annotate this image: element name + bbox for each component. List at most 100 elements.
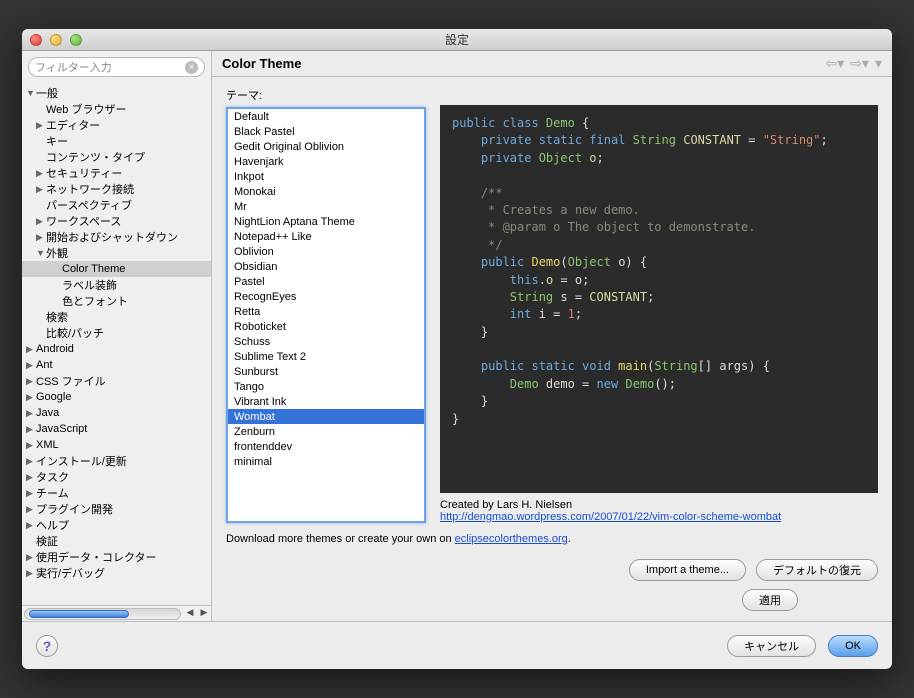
help-icon[interactable]: ? — [36, 635, 58, 657]
tree-item[interactable]: 検索 — [22, 309, 211, 325]
theme-option[interactable]: Schuss — [228, 334, 424, 349]
preference-tree[interactable]: ▼一般Web ブラウザー▶エディターキーコンテンツ・タイプ▶セキュリティー▶ネッ… — [22, 83, 211, 605]
tree-item[interactable]: パースペクティブ — [22, 197, 211, 213]
theme-option[interactable]: Default — [228, 109, 424, 124]
tree-item[interactable]: キー — [22, 133, 211, 149]
tree-item[interactable]: 検証 — [22, 533, 211, 549]
credits-link[interactable]: http://dengmao.wordpress.com/2007/01/22/… — [440, 511, 781, 523]
tree-item[interactable]: ▶CSS ファイル — [22, 373, 211, 389]
tree-item-label: インストール/更新 — [36, 453, 127, 469]
disclosure-arrow-icon: ▶ — [26, 472, 36, 483]
tree-item-label: プラグイン開発 — [36, 501, 113, 517]
tree-item[interactable]: ▶Google — [22, 389, 211, 405]
theme-option[interactable]: Monokai — [228, 184, 424, 199]
scroll-right-icon[interactable]: ▶ — [197, 607, 211, 621]
theme-option[interactable]: Black Pastel — [228, 124, 424, 139]
tree-item-label: チーム — [36, 485, 69, 501]
theme-option[interactable]: Inkpot — [228, 169, 424, 184]
theme-option[interactable]: Roboticket — [228, 319, 424, 334]
theme-option[interactable]: minimal — [228, 454, 424, 469]
tree-item[interactable]: ▶Ant — [22, 357, 211, 373]
theme-option[interactable]: Sunburst — [228, 364, 424, 379]
tree-item[interactable]: ▶実行/デバッグ — [22, 565, 211, 581]
tree-item[interactable]: ▶JavaScript — [22, 421, 211, 437]
tree-item[interactable]: ▶ワークスペース — [22, 213, 211, 229]
tree-item[interactable]: ▶Java — [22, 405, 211, 421]
theme-option[interactable]: Obsidian — [228, 259, 424, 274]
tree-item-label: ネットワーク接続 — [46, 181, 134, 197]
tree-item[interactable]: 色とフォント — [22, 293, 211, 309]
tree-item[interactable]: ▶ネットワーク接続 — [22, 181, 211, 197]
scrollbar-thumb[interactable] — [29, 610, 129, 618]
tree-item[interactable]: コンテンツ・タイプ — [22, 149, 211, 165]
header-nav: ⇦▾ ⇨▾ ▾ — [825, 55, 882, 72]
theme-option[interactable]: Wombat — [228, 409, 424, 424]
theme-list[interactable]: DefaultBlack PastelGedit Original Oblivi… — [226, 107, 426, 523]
theme-option[interactable]: Retta — [228, 304, 424, 319]
tree-item-label: 一般 — [36, 85, 58, 101]
tree-item[interactable]: ▼外観 — [22, 245, 211, 261]
import-theme-button[interactable]: Import a theme... — [629, 559, 746, 581]
filter-placeholder: フィルター入力 — [35, 59, 112, 75]
tree-item-label: コンテンツ・タイプ — [46, 149, 145, 165]
nav-back-icon[interactable]: ⇦▾ — [825, 55, 844, 72]
tree-item[interactable]: ▶ヘルプ — [22, 517, 211, 533]
download-row: Download more themes or create your own … — [226, 533, 878, 545]
tree-item-label: JavaScript — [36, 423, 87, 435]
theme-option[interactable]: Oblivion — [228, 244, 424, 259]
theme-credits: Created by Lars H. Nielsen http://dengma… — [440, 499, 878, 523]
cancel-button[interactable]: キャンセル — [727, 635, 816, 657]
tree-item[interactable]: ▶プラグイン開発 — [22, 501, 211, 517]
body: フィルター入力 × ▼一般Web ブラウザー▶エディターキーコンテンツ・タイプ▶… — [22, 51, 892, 621]
tree-item-label: 使用データ・コレクター — [36, 549, 157, 565]
tree-item[interactable]: ▶Android — [22, 341, 211, 357]
download-link[interactable]: eclipsecolorthemes.org — [455, 533, 568, 545]
theme-option[interactable]: RecognEyes — [228, 289, 424, 304]
theme-option[interactable]: Vibrant Ink — [228, 394, 424, 409]
theme-option[interactable]: Tango — [228, 379, 424, 394]
theme-option[interactable]: Gedit Original Oblivion — [228, 139, 424, 154]
tree-item[interactable]: ▼一般 — [22, 85, 211, 101]
disclosure-arrow-icon: ▶ — [36, 216, 46, 227]
tree-item[interactable]: 比較/パッチ — [22, 325, 211, 341]
scroll-left-icon[interactable]: ◀ — [183, 607, 197, 621]
disclosure-arrow-icon: ▶ — [36, 120, 46, 131]
tree-item[interactable]: ▶チーム — [22, 485, 211, 501]
nav-forward-icon[interactable]: ⇨▾ — [850, 55, 869, 72]
tree-item[interactable]: ▶セキュリティー — [22, 165, 211, 181]
disclosure-arrow-icon: ▶ — [26, 440, 36, 451]
scrollbar-track[interactable] — [24, 608, 181, 620]
tree-item[interactable]: ▶XML — [22, 437, 211, 453]
disclosure-arrow-icon: ▶ — [26, 568, 36, 579]
page-title: Color Theme — [222, 56, 301, 71]
tree-item[interactable]: ラベル装飾 — [22, 277, 211, 293]
theme-option[interactable]: Pastel — [228, 274, 424, 289]
theme-option[interactable]: NightLion Aptana Theme — [228, 214, 424, 229]
restore-defaults-button[interactable]: デフォルトの復元 — [756, 559, 878, 581]
filter-input[interactable]: フィルター入力 × — [28, 57, 205, 77]
apply-button[interactable]: 適用 — [742, 589, 798, 611]
tree-item[interactable]: ▶インストール/更新 — [22, 453, 211, 469]
disclosure-arrow-icon: ▶ — [36, 232, 46, 243]
theme-option[interactable]: Notepad++ Like — [228, 229, 424, 244]
preferences-window: 設定 フィルター入力 × ▼一般Web ブラウザー▶エディターキーコンテンツ・タ… — [22, 29, 892, 669]
tree-item[interactable]: ▶開始およびシャットダウン — [22, 229, 211, 245]
tree-item-label: Color Theme — [62, 263, 125, 275]
horizontal-scrollbar[interactable]: ◀ ▶ — [22, 605, 211, 621]
theme-option[interactable]: frontenddev — [228, 439, 424, 454]
disclosure-arrow-icon: ▶ — [26, 376, 36, 387]
theme-option[interactable]: Mr — [228, 199, 424, 214]
theme-option[interactable]: Zenburn — [228, 424, 424, 439]
tree-item[interactable]: Color Theme — [22, 261, 211, 277]
tree-item[interactable]: ▶使用データ・コレクター — [22, 549, 211, 565]
clear-filter-icon[interactable]: × — [185, 61, 198, 74]
tree-item-label: セキュリティー — [46, 165, 122, 181]
tree-item[interactable]: ▶タスク — [22, 469, 211, 485]
tree-item-label: Web ブラウザー — [46, 101, 126, 117]
nav-menu-icon[interactable]: ▾ — [875, 55, 882, 72]
theme-option[interactable]: Havenjark — [228, 154, 424, 169]
tree-item[interactable]: ▶エディター — [22, 117, 211, 133]
theme-option[interactable]: Sublime Text 2 — [228, 349, 424, 364]
tree-item[interactable]: Web ブラウザー — [22, 101, 211, 117]
ok-button[interactable]: OK — [828, 635, 878, 657]
